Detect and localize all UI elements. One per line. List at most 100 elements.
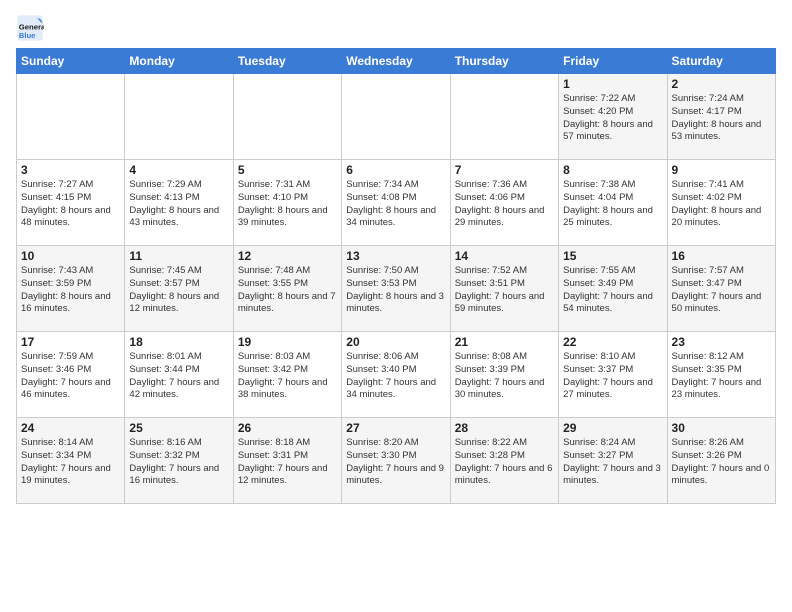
- day-info: Sunrise: 8:06 AM Sunset: 3:40 PM Dayligh…: [346, 351, 445, 402]
- calendar-header-row: SundayMondayTuesdayWednesdayThursdayFrid…: [17, 49, 776, 74]
- day-info: Sunrise: 7:43 AM Sunset: 3:59 PM Dayligh…: [21, 265, 120, 316]
- day-info: Sunrise: 8:24 AM Sunset: 3:27 PM Dayligh…: [563, 437, 662, 488]
- day-info: Sunrise: 8:03 AM Sunset: 3:42 PM Dayligh…: [238, 351, 337, 402]
- day-number: 12: [238, 249, 337, 263]
- day-cell: 19 Sunrise: 8:03 AM Sunset: 3:42 PM Dayli…: [233, 332, 341, 418]
- day-cell: 12 Sunrise: 7:48 AM Sunset: 3:55 PM Dayli…: [233, 246, 341, 332]
- day-cell: 11 Sunrise: 7:45 AM Sunset: 3:57 PM Dayli…: [125, 246, 233, 332]
- week-row-4: 17 Sunrise: 7:59 AM Sunset: 3:46 PM Dayli…: [17, 332, 776, 418]
- logo-icon: General Blue: [16, 14, 44, 42]
- day-info: Sunrise: 7:52 AM Sunset: 3:51 PM Dayligh…: [455, 265, 554, 316]
- day-info: Sunrise: 7:34 AM Sunset: 4:08 PM Dayligh…: [346, 179, 445, 230]
- day-number: 9: [672, 163, 771, 177]
- day-cell: 10 Sunrise: 7:43 AM Sunset: 3:59 PM Dayli…: [17, 246, 125, 332]
- day-number: 1: [563, 77, 662, 91]
- day-cell: 14 Sunrise: 7:52 AM Sunset: 3:51 PM Dayli…: [450, 246, 558, 332]
- calendar-table: SundayMondayTuesdayWednesdayThursdayFrid…: [16, 48, 776, 504]
- svg-text:General: General: [19, 22, 44, 31]
- day-info: Sunrise: 7:45 AM Sunset: 3:57 PM Dayligh…: [129, 265, 228, 316]
- day-number: 26: [238, 421, 337, 435]
- day-info: Sunrise: 8:20 AM Sunset: 3:30 PM Dayligh…: [346, 437, 445, 488]
- day-number: 24: [21, 421, 120, 435]
- day-number: 2: [672, 77, 771, 91]
- day-number: 11: [129, 249, 228, 263]
- day-info: Sunrise: 8:12 AM Sunset: 3:35 PM Dayligh…: [672, 351, 771, 402]
- day-cell: 20 Sunrise: 8:06 AM Sunset: 3:40 PM Dayli…: [342, 332, 450, 418]
- day-info: Sunrise: 7:41 AM Sunset: 4:02 PM Dayligh…: [672, 179, 771, 230]
- col-header-monday: Monday: [125, 49, 233, 74]
- day-cell: 9 Sunrise: 7:41 AM Sunset: 4:02 PM Daylig…: [667, 160, 775, 246]
- day-info: Sunrise: 7:48 AM Sunset: 3:55 PM Dayligh…: [238, 265, 337, 316]
- day-cell: 7Sunrise: 7:36 AM Sunset: 4:06 PM Daylig…: [450, 160, 558, 246]
- day-cell: 5Sunrise: 7:31 AM Sunset: 4:10 PM Daylig…: [233, 160, 341, 246]
- week-row-2: 3Sunrise: 7:27 AM Sunset: 4:15 PM Daylig…: [17, 160, 776, 246]
- col-header-sunday: Sunday: [17, 49, 125, 74]
- day-number: 7: [455, 163, 554, 177]
- day-number: 22: [563, 335, 662, 349]
- day-cell: 24 Sunrise: 8:14 AM Sunset: 3:34 PM Dayli…: [17, 418, 125, 504]
- day-info: Sunrise: 7:27 AM Sunset: 4:15 PM Dayligh…: [21, 179, 120, 230]
- day-info: Sunrise: 8:01 AM Sunset: 3:44 PM Dayligh…: [129, 351, 228, 402]
- day-number: 28: [455, 421, 554, 435]
- day-cell: 21 Sunrise: 8:08 AM Sunset: 3:39 PM Dayli…: [450, 332, 558, 418]
- day-cell: 23 Sunrise: 8:12 AM Sunset: 3:35 PM Dayli…: [667, 332, 775, 418]
- day-cell: 30 Sunrise: 8:26 AM Sunset: 3:26 PM Dayli…: [667, 418, 775, 504]
- day-cell: 26 Sunrise: 8:18 AM Sunset: 3:31 PM Dayli…: [233, 418, 341, 504]
- day-number: 27: [346, 421, 445, 435]
- day-cell: 28 Sunrise: 8:22 AM Sunset: 3:28 PM Dayli…: [450, 418, 558, 504]
- day-cell: 3Sunrise: 7:27 AM Sunset: 4:15 PM Daylig…: [17, 160, 125, 246]
- col-header-wednesday: Wednesday: [342, 49, 450, 74]
- day-number: 15: [563, 249, 662, 263]
- day-info: Sunrise: 8:16 AM Sunset: 3:32 PM Dayligh…: [129, 437, 228, 488]
- day-cell: 1Sunrise: 7:22 AM Sunset: 4:20 PM Daylig…: [559, 74, 667, 160]
- day-info: Sunrise: 7:50 AM Sunset: 3:53 PM Dayligh…: [346, 265, 445, 316]
- week-row-3: 10 Sunrise: 7:43 AM Sunset: 3:59 PM Dayli…: [17, 246, 776, 332]
- day-info: Sunrise: 7:24 AM Sunset: 4:17 PM Dayligh…: [672, 93, 771, 144]
- day-cell: 2 Sunrise: 7:24 AM Sunset: 4:17 PM Daylig…: [667, 74, 775, 160]
- day-number: 21: [455, 335, 554, 349]
- day-cell: [342, 74, 450, 160]
- day-info: Sunrise: 8:22 AM Sunset: 3:28 PM Dayligh…: [455, 437, 554, 488]
- day-number: 17: [21, 335, 120, 349]
- day-cell: 18 Sunrise: 8:01 AM Sunset: 3:44 PM Dayli…: [125, 332, 233, 418]
- day-cell: 6 Sunrise: 7:34 AM Sunset: 4:08 PM Daylig…: [342, 160, 450, 246]
- day-number: 23: [672, 335, 771, 349]
- day-info: Sunrise: 7:57 AM Sunset: 3:47 PM Dayligh…: [672, 265, 771, 316]
- col-header-saturday: Saturday: [667, 49, 775, 74]
- day-info: Sunrise: 8:18 AM Sunset: 3:31 PM Dayligh…: [238, 437, 337, 488]
- day-number: 16: [672, 249, 771, 263]
- day-number: 6: [346, 163, 445, 177]
- day-number: 8: [563, 163, 662, 177]
- day-cell: 27 Sunrise: 8:20 AM Sunset: 3:30 PM Dayli…: [342, 418, 450, 504]
- day-cell: 13Sunrise: 7:50 AM Sunset: 3:53 PM Dayli…: [342, 246, 450, 332]
- day-cell: 4 Sunrise: 7:29 AM Sunset: 4:13 PM Daylig…: [125, 160, 233, 246]
- day-info: Sunrise: 7:59 AM Sunset: 3:46 PM Dayligh…: [21, 351, 120, 402]
- day-info: Sunrise: 8:14 AM Sunset: 3:34 PM Dayligh…: [21, 437, 120, 488]
- day-info: Sunrise: 7:38 AM Sunset: 4:04 PM Dayligh…: [563, 179, 662, 230]
- day-number: 20: [346, 335, 445, 349]
- day-cell: 15 Sunrise: 7:55 AM Sunset: 3:49 PM Dayli…: [559, 246, 667, 332]
- day-info: Sunrise: 8:10 AM Sunset: 3:37 PM Dayligh…: [563, 351, 662, 402]
- header: General Blue: [16, 10, 776, 42]
- week-row-1: 1Sunrise: 7:22 AM Sunset: 4:20 PM Daylig…: [17, 74, 776, 160]
- day-info: Sunrise: 8:26 AM Sunset: 3:26 PM Dayligh…: [672, 437, 771, 488]
- day-cell: 17 Sunrise: 7:59 AM Sunset: 3:46 PM Dayli…: [17, 332, 125, 418]
- page-container: General Blue SundayMondayTuesdayWednesda…: [0, 0, 792, 512]
- day-cell: 22 Sunrise: 8:10 AM Sunset: 3:37 PM Dayli…: [559, 332, 667, 418]
- day-info: Sunrise: 7:29 AM Sunset: 4:13 PM Dayligh…: [129, 179, 228, 230]
- day-number: 14: [455, 249, 554, 263]
- day-number: 30: [672, 421, 771, 435]
- day-cell: [125, 74, 233, 160]
- day-number: 4: [129, 163, 228, 177]
- day-info: Sunrise: 7:55 AM Sunset: 3:49 PM Dayligh…: [563, 265, 662, 316]
- day-number: 29: [563, 421, 662, 435]
- col-header-friday: Friday: [559, 49, 667, 74]
- svg-text:Blue: Blue: [19, 31, 36, 40]
- day-info: Sunrise: 8:08 AM Sunset: 3:39 PM Dayligh…: [455, 351, 554, 402]
- day-number: 5: [238, 163, 337, 177]
- week-row-5: 24 Sunrise: 8:14 AM Sunset: 3:34 PM Dayli…: [17, 418, 776, 504]
- day-number: 19: [238, 335, 337, 349]
- day-number: 25: [129, 421, 228, 435]
- day-number: 10: [21, 249, 120, 263]
- day-number: 18: [129, 335, 228, 349]
